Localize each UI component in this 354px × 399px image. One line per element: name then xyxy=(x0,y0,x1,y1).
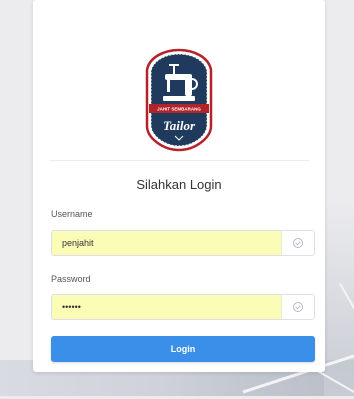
password-field[interactable]: •••••• xyxy=(51,294,315,320)
divider xyxy=(49,160,309,161)
login-button[interactable]: Login xyxy=(51,336,315,362)
logo-brand-text: Tailor xyxy=(163,118,196,133)
login-card: JAHIT SEMBARANG Tailor Silahkan Login Us… xyxy=(33,0,325,372)
username-addon xyxy=(281,231,314,255)
username-input[interactable]: penjahit xyxy=(52,231,281,255)
password-input[interactable]: •••••• xyxy=(52,295,281,319)
tailor-logo: JAHIT SEMBARANG Tailor xyxy=(145,48,213,152)
check-circle-icon xyxy=(293,302,303,312)
logo-ribbon-text: JAHIT SEMBARANG xyxy=(157,107,201,112)
password-label: Password xyxy=(51,274,91,284)
login-title: Silahkan Login xyxy=(136,177,222,192)
password-addon xyxy=(281,295,314,319)
tailor-badge-icon: JAHIT SEMBARANG Tailor xyxy=(145,48,213,152)
username-label: Username xyxy=(51,209,93,219)
username-field[interactable]: penjahit xyxy=(51,230,315,256)
check-circle-icon xyxy=(293,238,303,248)
